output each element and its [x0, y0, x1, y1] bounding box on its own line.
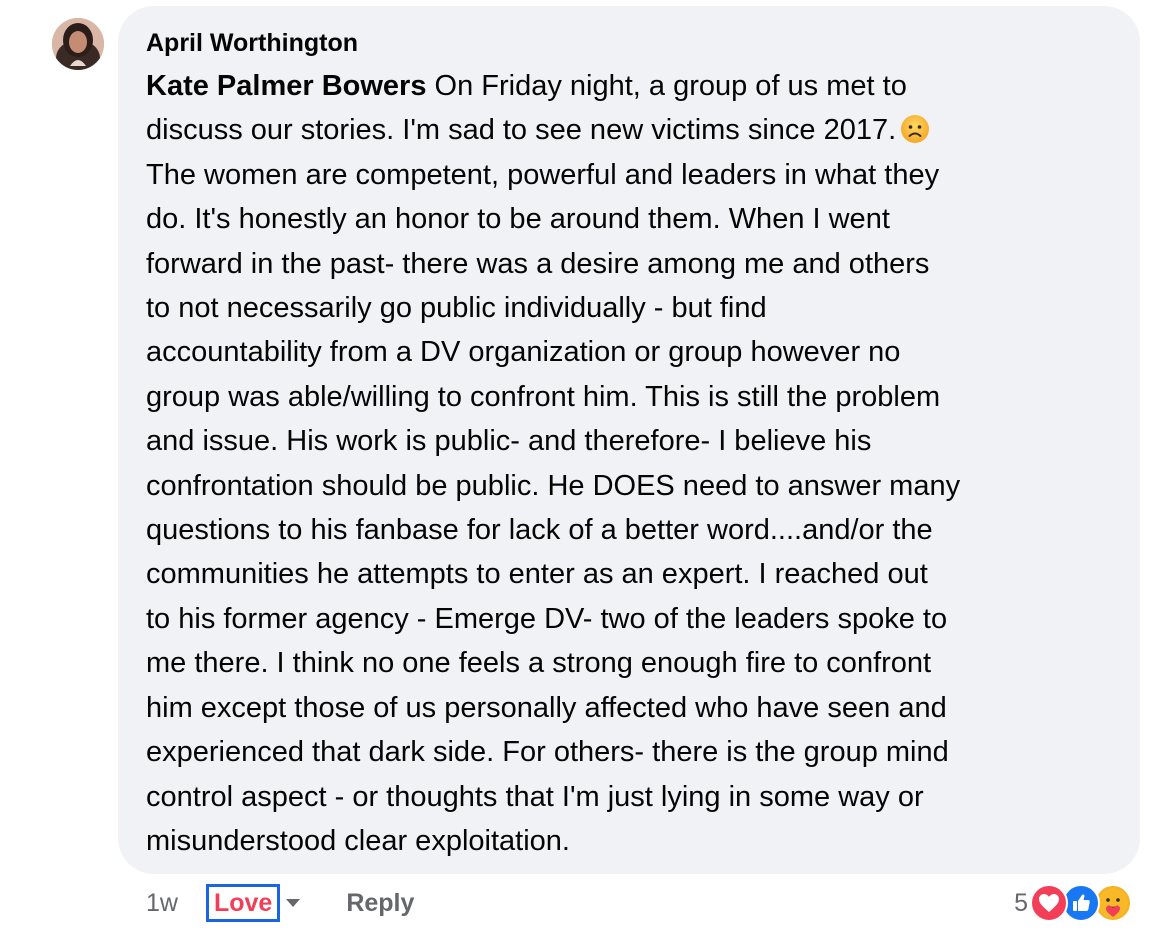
comment-line-5: forward in the past- there was a desire … — [146, 247, 930, 280]
comment-bubble: April Worthington Kate Palmer Bowers On … — [118, 6, 1140, 874]
comment-thread: April Worthington Kate Palmer Bowers On … — [0, 0, 1150, 934]
sad-face-emoji-icon — [901, 115, 930, 144]
comment-body: Kate Palmer Bowers On Friday night, a gr… — [146, 64, 1126, 863]
comment-line-7: accountability from a DV organization or… — [146, 336, 901, 369]
reply-button[interactable]: Reply — [346, 889, 414, 918]
reaction-summary[interactable]: 5 — [1014, 880, 1132, 926]
avatar[interactable] — [52, 18, 104, 70]
comment-line-15: him except those of us personally affect… — [146, 691, 947, 724]
comment-line-2: discuss our stories. I'm sad to see new … — [146, 108, 1126, 152]
comment-actions: 1w Love Reply — [146, 880, 414, 926]
comment-line-3: The women are competent, powerful and le… — [146, 158, 940, 191]
comment-line-14: me there. I think no one feels a strong … — [146, 647, 932, 680]
tagged-user-link[interactable]: Kate Palmer Bowers — [146, 70, 426, 102]
comment-line-16: experienced that dark side. For others- … — [146, 736, 949, 769]
love-reaction-button[interactable]: Love — [205, 884, 281, 922]
comment-line-17: control aspect - or thoughts that I'm ju… — [146, 780, 924, 813]
reaction-count: 5 — [1014, 888, 1028, 917]
chevron-down-icon[interactable] — [286, 899, 301, 907]
comment-line-12: communities he attempts to enter as an e… — [146, 558, 928, 591]
comment-line-8: group was able/willing to confront him. … — [146, 380, 941, 413]
comment-line-11: questions to his fanbase for lack of a b… — [146, 514, 933, 547]
avatar-image — [52, 18, 104, 70]
comment-line-10: confrontation should be public. He DOES … — [146, 469, 961, 502]
comment-timestamp[interactable]: 1w — [146, 889, 178, 918]
comment-line-4: do. It's honestly an honor to be around … — [146, 203, 890, 236]
comment-line-text: On Friday night, a group of us met to — [426, 70, 907, 102]
comment-line-9: and issue. His work is public- and there… — [146, 425, 872, 458]
comment-line-text: discuss our stories. I'm sad to see new … — [146, 114, 897, 147]
love-reaction-icon — [1030, 884, 1068, 922]
comment-author[interactable]: April Worthington — [146, 28, 1114, 58]
comment-line-13: to his former agency - Emerge DV- two of… — [146, 602, 948, 635]
comment-line-1: Kate Palmer Bowers On Friday night, a gr… — [146, 64, 1126, 108]
comment-line-18: misunderstood clear exploitation. — [146, 824, 570, 857]
comment-line-6: to not necessarily go public individuall… — [146, 292, 767, 325]
